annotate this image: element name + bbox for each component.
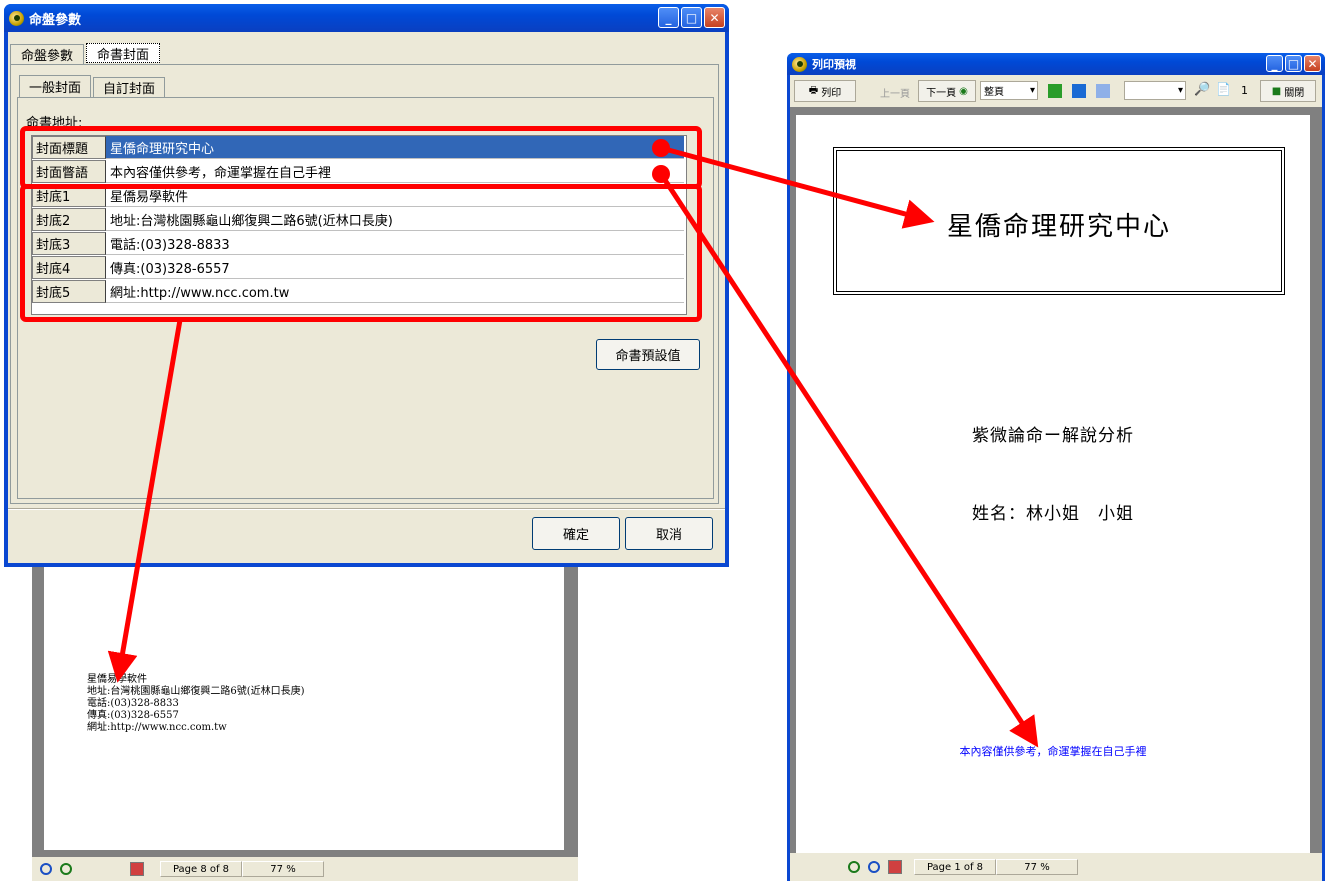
cover-title-frame: 星僑命理研究中心 [833, 147, 1285, 295]
cover-name-line: 姓名：林小姐 小姐 [972, 504, 1134, 524]
app-icon [9, 10, 24, 26]
back-cover-page: 星僑易學軟件 地址:台灣桃園縣龜山鄉復興二路6號(近林口長庚) 電話:(03)3… [44, 560, 564, 850]
maximize-icon[interactable]: □ [681, 7, 702, 28]
next-page-icon[interactable] [848, 861, 860, 873]
dialog-divider [8, 508, 725, 510]
export-icon[interactable] [888, 860, 902, 874]
door-icon: ■ [1271, 85, 1282, 97]
chevron-down-icon: ▾ [1177, 85, 1183, 96]
prev-page-button[interactable]: 上一頁 [880, 85, 910, 100]
back-line: 傳真:(03)328-6557 [87, 710, 179, 721]
tab-custom-cover[interactable]: 自訂封面 [93, 77, 165, 97]
preview-title: 列印預視 [812, 58, 856, 71]
next-arrow-icon: ◉ [959, 85, 968, 97]
default-values-button[interactable]: 命書預設值 [596, 339, 700, 370]
cancel-button[interactable]: 取消 [625, 517, 713, 550]
annotation-box-back [20, 184, 702, 322]
one-page-icon[interactable] [1048, 84, 1062, 98]
annotation-dot [652, 165, 670, 183]
close-icon[interactable]: ✕ [704, 7, 725, 28]
print-button[interactable]: 🖶 列印 [794, 80, 856, 102]
zoom-indicator: 77 % [996, 859, 1078, 875]
page-indicator: Page 8 of 8 [160, 861, 242, 877]
back-line: 地址:台灣桃園縣龜山鄉復興二路6號(近林口長庚) [87, 686, 305, 697]
preview-title-bar: 列印預視 _ □ ✕ [787, 53, 1325, 75]
app-icon [792, 56, 807, 72]
export-icon[interactable] [130, 862, 144, 876]
magnify-icon[interactable]: 🔎 [1194, 82, 1210, 97]
cover-page: 星僑命理研究中心 紫微論命ー解說分析 姓名：林小姐 小姐 本內容僅供參考，命運掌… [796, 115, 1310, 853]
preview-status-bar: Page 1 of 8 77 % [790, 853, 1322, 881]
two-page-icon[interactable] [1072, 84, 1086, 98]
cover-title: 星僑命理研究中心 [946, 212, 1171, 242]
maximize-icon[interactable]: □ [1285, 55, 1302, 72]
printer-icon: 🖶 [808, 84, 819, 96]
print-preview-window: 列印預視 _ □ ✕ 🖶 列印 上一頁 下一頁 ◉ 整頁 ▾ ▾ 🔎 📄 1 ■ 關閉 … [787, 53, 1325, 881]
zoom-select[interactable]: ▾ [1124, 81, 1186, 100]
back-status-bar: Page 8 of 8 77 % [32, 857, 578, 881]
tab-general-cover[interactable]: 一般封面 [19, 75, 91, 97]
back-cover-preview-window: 星僑易學軟件 地址:台灣桃園縣龜山鄉復興二路6號(近林口長庚) 電話:(03)3… [32, 560, 578, 881]
close-preview-button[interactable]: ■ 關閉 [1260, 80, 1316, 102]
back-line: 網址:http://www.ncc.com.tw [87, 722, 227, 733]
dialog-title: 命盤參數 [29, 12, 82, 28]
close-icon[interactable]: ✕ [1304, 55, 1321, 72]
back-line: 星僑易學軟件 [87, 674, 147, 685]
tab-book-cover[interactable]: 命書封面 [86, 43, 160, 63]
last-page-icon[interactable] [868, 861, 880, 873]
dialog-title-bar: 命盤參數 _ □ ✕ [4, 4, 729, 32]
cover-motto: 本內容僅供參考，命運掌握在自己手裡 [959, 745, 1147, 758]
chevron-down-icon: ▾ [1029, 85, 1035, 96]
minimize-icon[interactable]: _ [658, 7, 679, 28]
minimize-icon[interactable]: _ [1266, 55, 1283, 72]
back-line: 電話:(03)328-8833 [87, 698, 179, 709]
preview-toolbar: 🖶 列印 上一頁 下一頁 ◉ 整頁 ▾ ▾ 🔎 📄 1 ■ 關閉 [790, 75, 1322, 107]
cover-subtitle: 紫微論命ー解說分析 [972, 426, 1134, 446]
back-cover-text: 星僑易學軟件 地址:台灣桃園縣龜山鄉復興二路6號(近林口長庚) 電話:(03)3… [87, 674, 305, 734]
annotation-box-cover [20, 126, 702, 189]
multi-page-icon[interactable] [1096, 84, 1110, 98]
annotation-dot [652, 139, 670, 157]
zoom-indicator: 77 % [242, 861, 324, 877]
first-page-icon[interactable] [40, 863, 52, 875]
next-page-button[interactable]: 下一頁 ◉ [918, 80, 976, 102]
page-indicator: Page 1 of 8 [914, 859, 996, 875]
next-page-icon[interactable] [60, 863, 72, 875]
tab-chart-params[interactable]: 命盤參數 [10, 44, 84, 64]
preview-viewport: 星僑命理研究中心 紫微論命ー解說分析 姓名：林小姐 小姐 本內容僅供參考，命運掌… [790, 107, 1322, 853]
page-number: 1 [1241, 84, 1248, 97]
ok-button[interactable]: 確定 [532, 517, 620, 550]
setup-icon[interactable]: 📄 [1216, 82, 1231, 96]
fit-select[interactable]: 整頁 ▾ [980, 81, 1038, 100]
